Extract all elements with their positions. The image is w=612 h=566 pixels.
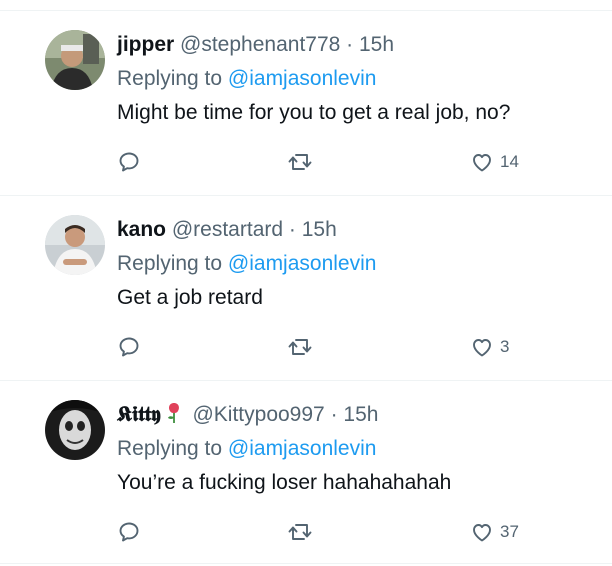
like-count: 14 <box>500 152 519 171</box>
like-count: 37 <box>500 522 519 541</box>
separator-dot: · <box>346 33 354 56</box>
tweet-header: 𝕶𝖎𝖙𝖙𝖞 @Kittypoo997 · 15h <box>117 400 378 434</box>
tweet-text: You’re a fucking loser hahahahahah <box>117 471 452 494</box>
reply-button[interactable] <box>117 333 141 361</box>
replying-to-line: Replying to @iamjasonlevin <box>117 64 376 94</box>
display-name[interactable]: kano <box>117 218 166 241</box>
reply-button[interactable] <box>117 148 141 176</box>
action-bar: 14 <box>117 148 537 176</box>
separator-dot: · <box>288 218 296 241</box>
reply-divider <box>0 380 612 381</box>
replying-to-line: Replying to @iamjasonlevin <box>117 434 376 464</box>
display-name[interactable]: 𝕶𝖎𝖙𝖙𝖞 <box>117 403 161 426</box>
rose-emoji-icon <box>165 401 183 434</box>
reply-thread: jipper @stephenant778 · 15h Replying to … <box>0 0 612 566</box>
display-name[interactable]: jipper <box>117 33 174 56</box>
mention-link[interactable]: @iamjasonlevin <box>228 67 377 90</box>
mention-link[interactable]: @iamjasonlevin <box>228 252 377 275</box>
tweet-header: kano @restartard · 15h <box>117 215 337 245</box>
timestamp[interactable]: 15h <box>359 33 394 56</box>
reply-tweet[interactable]: 𝕶𝖎𝖙𝖙𝖞 @Kittypoo997 · 15h Replying to @ia… <box>0 400 612 550</box>
reply-tweet[interactable]: kano @restartard · 15h Replying to @iamj… <box>0 215 612 365</box>
replying-to-label: Replying to <box>117 252 223 275</box>
reply-icon <box>117 150 141 174</box>
timestamp[interactable]: 15h <box>343 403 378 426</box>
like-button[interactable]: 14 <box>469 148 519 176</box>
action-bar: 37 <box>117 518 537 546</box>
retweet-button[interactable] <box>287 148 313 176</box>
like-count: 3 <box>500 337 510 356</box>
user-handle[interactable]: @restartard <box>172 218 283 241</box>
avatar[interactable] <box>45 215 105 275</box>
bottom-divider <box>0 563 612 564</box>
retweet-button[interactable] <box>287 333 313 361</box>
avatar[interactable] <box>45 400 105 460</box>
retweet-icon <box>287 335 313 359</box>
retweet-icon <box>287 520 313 544</box>
replying-to-label: Replying to <box>117 437 223 460</box>
retweet-button[interactable] <box>287 518 313 546</box>
like-icon <box>469 335 495 359</box>
mention-link[interactable]: @iamjasonlevin <box>228 437 377 460</box>
avatar[interactable] <box>45 30 105 90</box>
top-divider <box>0 10 612 11</box>
like-button[interactable]: 3 <box>469 333 509 361</box>
timestamp[interactable]: 15h <box>302 218 337 241</box>
action-bar: 3 <box>117 333 537 361</box>
reply-icon <box>117 335 141 359</box>
replying-to-label: Replying to <box>117 67 223 90</box>
like-icon <box>469 520 495 544</box>
reply-icon <box>117 520 141 544</box>
tweet-text: Might be time for you to get a real job,… <box>117 101 511 124</box>
reply-divider <box>0 195 612 196</box>
like-button[interactable]: 37 <box>469 518 519 546</box>
user-handle[interactable]: @stephenant778 <box>180 33 340 56</box>
like-icon <box>469 150 495 174</box>
reply-button[interactable] <box>117 518 141 546</box>
tweet-text: Get a job retard <box>117 286 263 309</box>
separator-dot: · <box>330 403 338 426</box>
replying-to-line: Replying to @iamjasonlevin <box>117 249 376 279</box>
tweet-header: jipper @stephenant778 · 15h <box>117 30 394 60</box>
user-handle[interactable]: @Kittypoo997 <box>192 403 324 426</box>
reply-tweet[interactable]: jipper @stephenant778 · 15h Replying to … <box>0 30 612 180</box>
retweet-icon <box>287 150 313 174</box>
